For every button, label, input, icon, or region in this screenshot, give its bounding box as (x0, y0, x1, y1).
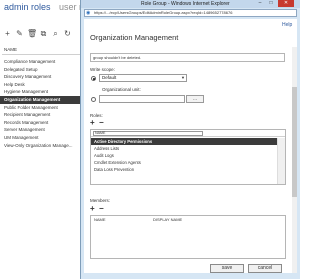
radio-ou-scope[interactable] (91, 97, 96, 102)
plus-icon[interactable]: + (3, 29, 12, 38)
list-item[interactable]: Server Management (0, 126, 82, 134)
list-item[interactable]: Records Management (0, 119, 82, 127)
add-role-icon[interactable]: + (90, 119, 95, 127)
remove-role-icon[interactable]: − (99, 119, 104, 127)
roles-list: NAME Active Directory Permissions Addres… (90, 129, 286, 185)
list-item[interactable]: Help Desk (0, 81, 82, 89)
list-item[interactable]: UM Management (0, 134, 82, 142)
address-bar[interactable]: ◉ https://.../ecp/UsersGroups/EditAdminR… (84, 9, 297, 17)
list-item[interactable]: Discovery Management (0, 73, 82, 81)
description-field[interactable]: group shouldn't be deleted. (90, 53, 285, 62)
browse-button[interactable]: ... (186, 95, 204, 103)
admin-toolbar: + ✎ 🗑 ⧉ ⌕ ↻ (3, 29, 72, 38)
divider (2, 54, 82, 55)
write-scope-value: Default (102, 75, 117, 80)
members-column-display-name[interactable]: DISPLAY NAME (153, 216, 182, 224)
role-row[interactable]: Audit Logs (91, 152, 285, 159)
cancel-button[interactable]: cancel (248, 264, 282, 273)
column-header-name[interactable]: NAME (4, 47, 17, 52)
minimize-button[interactable]: – (255, 0, 265, 7)
maximize-button[interactable]: □ (266, 0, 276, 7)
write-scope-select[interactable]: Default ▼ (99, 74, 187, 82)
list-item[interactable]: Hygiene Management (0, 88, 82, 96)
globe-icon: ◉ (86, 10, 91, 16)
role-group-window: Role Group - Windows Internet Explorer –… (80, 0, 300, 279)
title-bar[interactable]: Role Group - Windows Internet Explorer –… (81, 0, 300, 8)
edit-icon[interactable]: ✎ (15, 29, 24, 38)
help-link[interactable]: Help (282, 22, 292, 28)
list-item-selected[interactable]: Organization Management (0, 95, 82, 104)
remove-member-icon[interactable]: − (99, 205, 104, 213)
list-item[interactable]: Recipient Management (0, 111, 82, 119)
members-column-name[interactable]: NAME (94, 216, 106, 224)
ou-input[interactable] (99, 95, 185, 103)
admin-role-list: Compliance Management Delegated Setup Di… (0, 58, 82, 149)
role-row[interactable]: Cmdlet Extension Agents (91, 159, 285, 166)
roles-column-select[interactable]: NAME (93, 131, 203, 136)
window-title: Role Group - Windows Internet Explorer (141, 1, 230, 7)
roles-column-header[interactable]: NAME (91, 130, 285, 137)
roles-scrollbar[interactable] (277, 138, 285, 184)
write-scope-label: Write scope: (90, 67, 115, 72)
add-member-icon[interactable]: + (90, 205, 95, 213)
role-row[interactable]: Data Loss Prevention (91, 166, 285, 173)
address-text: https://.../ecp/UsersGroups/EditAdminRol… (94, 10, 233, 15)
delete-icon[interactable]: 🗑 (27, 29, 37, 38)
members-label: Members: (90, 198, 111, 203)
list-item[interactable]: Compliance Management (0, 58, 82, 66)
copy-icon[interactable]: ⧉ (39, 29, 48, 38)
refresh-icon[interactable]: ↻ (63, 29, 72, 38)
chevron-down-icon: ▼ (181, 75, 185, 80)
page-title: Organization Management (90, 33, 179, 42)
tab-admin-roles[interactable]: admin roles (4, 2, 51, 12)
list-item[interactable]: View-Only Organization Manage... (0, 142, 82, 150)
radio-default-scope[interactable] (91, 76, 96, 81)
role-row-selected[interactable]: Active Directory Permissions (91, 138, 285, 145)
list-item[interactable]: Public Folder Management (0, 104, 82, 112)
scrollbar-thumb[interactable] (292, 87, 297, 197)
close-button[interactable]: ✕ (278, 0, 294, 7)
dialog-content: Help Organization Management group shoul… (84, 19, 297, 273)
role-row[interactable]: Address Lists (91, 145, 285, 152)
members-table: NAME DISPLAY NAME (90, 215, 286, 259)
save-button[interactable]: save (210, 264, 244, 273)
dialog-scrollbar[interactable] (292, 47, 297, 273)
list-item[interactable]: Delegated Setup (0, 66, 82, 74)
ou-label: Organizational unit: (102, 87, 141, 92)
search-icon[interactable]: ⌕ (51, 29, 60, 38)
